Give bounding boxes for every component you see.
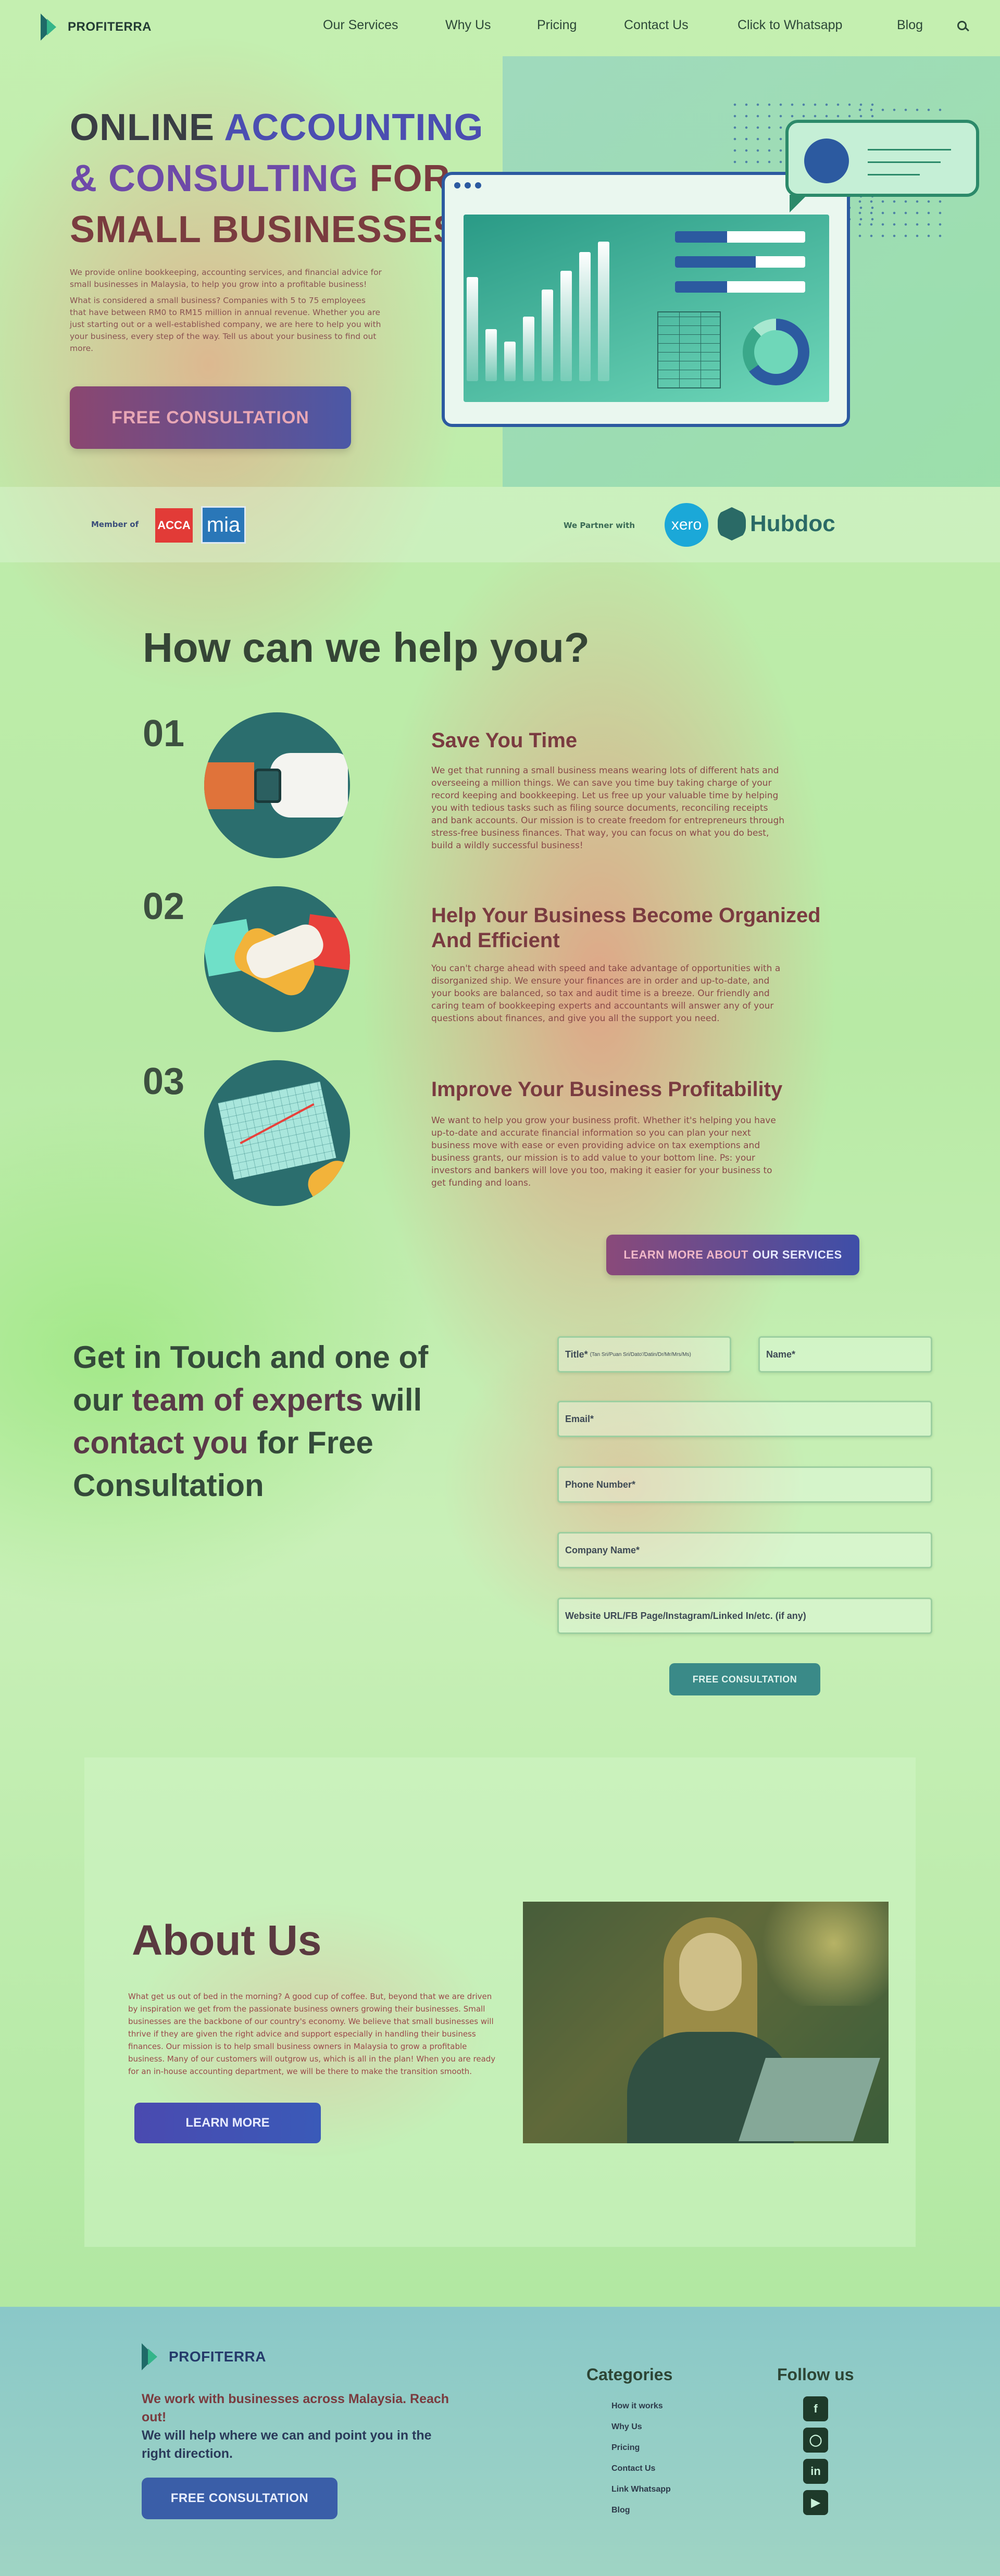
- handshake-icon: [204, 886, 350, 1032]
- growth-chart-icon: [204, 1060, 350, 1206]
- service-description: We want to help you grow your business p…: [431, 1115, 776, 1188]
- facebook-icon[interactable]: f: [803, 2396, 828, 2421]
- company-name-field[interactable]: Company Name*: [557, 1532, 932, 1568]
- phone-field[interactable]: Phone Number*: [557, 1466, 932, 1503]
- footer-link-why-us[interactable]: Why Us: [611, 2422, 671, 2443]
- window-dots-icon: [454, 182, 481, 189]
- logo-mark-icon: [41, 14, 61, 41]
- site-header: PROFITERRA Our Services Why Us Pricing C…: [0, 0, 1000, 56]
- donut-chart-icon: [743, 319, 809, 385]
- nav-pricing[interactable]: Pricing: [537, 18, 577, 33]
- nav-click-to-whatsapp[interactable]: Click to Whatsapp: [738, 18, 842, 33]
- contact-title: Get in Touch and one of our team of expe…: [73, 1340, 429, 1503]
- brand-name: PROFITERRA: [68, 20, 152, 34]
- spreadsheet-icon: [657, 311, 721, 388]
- search-icon[interactable]: [957, 21, 967, 30]
- footer-link-whatsapp[interactable]: Link Whatsapp: [611, 2485, 671, 2506]
- footer-message: We work with businesses across Malaysia.…: [142, 2392, 449, 2461]
- our-services-label: OUR SERVICES: [752, 1248, 842, 1261]
- nav-our-services[interactable]: Our Services: [323, 18, 398, 33]
- learn-more-services-button[interactable]: LEARN MORE ABOUT OUR SERVICES: [606, 1235, 859, 1275]
- hero-free-consultation-button[interactable]: FREE CONSULTATION: [70, 386, 351, 449]
- acca-logo: ACCA: [155, 508, 193, 543]
- hero-desc-paragraph: We provide online bookkeeping, accountin…: [70, 268, 382, 289]
- service-description: We get that running a small business mea…: [431, 765, 785, 851]
- footer-follow-title: Follow us: [777, 2365, 854, 2384]
- help-section-title: How can we help you?: [143, 624, 590, 671]
- about-learn-more-button[interactable]: LEARN MORE: [134, 2103, 321, 2143]
- footer-link-blog[interactable]: Blog: [611, 2506, 671, 2527]
- footer-categories-list: How it works Why Us Pricing Contact Us L…: [611, 2402, 671, 2527]
- hero-title: ONLINE ACCOUNTING & CONSULTING FOR SMALL…: [70, 107, 484, 250]
- footer-link-contact-us[interactable]: Contact Us: [611, 2464, 671, 2485]
- about-description: What get us out of bed in the morning? A…: [128, 1992, 496, 2076]
- name-field[interactable]: Name*: [758, 1336, 932, 1373]
- footer-link-pricing[interactable]: Pricing: [611, 2443, 671, 2464]
- instagram-icon[interactable]: ◯: [803, 2428, 828, 2453]
- service-title: Improve Your Business Profitability: [431, 1078, 783, 1101]
- hubdoc-name: Hubdoc: [750, 511, 835, 536]
- watch-icon: [204, 712, 350, 858]
- xero-logo: xero: [665, 503, 708, 547]
- about-title: About Us: [132, 1917, 322, 1964]
- email-field[interactable]: Email*: [557, 1401, 932, 1437]
- submit-consultation-button[interactable]: FREE CONSULTATION: [669, 1663, 820, 1695]
- hubdoc-mark-icon: [718, 507, 746, 541]
- avatar-icon: [804, 139, 849, 183]
- linkedin-icon[interactable]: in: [803, 2459, 828, 2484]
- youtube-icon[interactable]: ▶: [803, 2490, 828, 2515]
- service-title: Help Your Business Become Organized And …: [431, 904, 821, 952]
- membership-strip: [0, 487, 1000, 562]
- member-of-label: Member of: [91, 520, 139, 529]
- hero-desc-paragraph: What is considered a small business? Com…: [70, 296, 381, 353]
- chat-bubble-illustration: [785, 120, 979, 212]
- nav-why-us[interactable]: Why Us: [445, 18, 491, 33]
- service-number: 03: [143, 1061, 185, 1102]
- service-number: 01: [143, 713, 185, 755]
- website-field[interactable]: Website URL/FB Page/Instagram/Linked In/…: [557, 1598, 932, 1634]
- partner-label: We Partner with: [564, 521, 635, 530]
- hero-description: We provide online bookkeeping, accountin…: [70, 267, 382, 359]
- footer-brand-name: PROFITERRA: [169, 2348, 266, 2365]
- learn-more-label: LEARN MORE ABOUT: [623, 1248, 748, 1261]
- hubdoc-logo: Hubdoc: [718, 507, 835, 541]
- footer-free-consultation-button[interactable]: FREE CONSULTATION: [142, 2478, 338, 2519]
- footer-logo[interactable]: PROFITERRA: [142, 2343, 266, 2370]
- about-photo: [523, 1902, 889, 2143]
- nav-contact-us[interactable]: Contact Us: [624, 18, 689, 33]
- footer-categories-title: Categories: [586, 2365, 673, 2384]
- dashboard-screen: [464, 215, 829, 402]
- footer-link-how-it-works[interactable]: How it works: [611, 2402, 671, 2422]
- service-description: You can't charge ahead with speed and ta…: [431, 963, 781, 1024]
- title-field[interactable]: Title* (Tan Sri/Puan Sri/Dato'/Datin/Dr/M…: [557, 1336, 731, 1373]
- service-title: Save You Time: [431, 729, 578, 752]
- dashboard-illustration: [442, 172, 850, 427]
- nav-blog[interactable]: Blog: [897, 18, 923, 33]
- service-number: 02: [143, 886, 185, 927]
- brand-logo[interactable]: PROFITERRA: [41, 14, 152, 41]
- logo-mark-icon: [142, 2343, 162, 2370]
- mia-logo: mia: [201, 506, 246, 544]
